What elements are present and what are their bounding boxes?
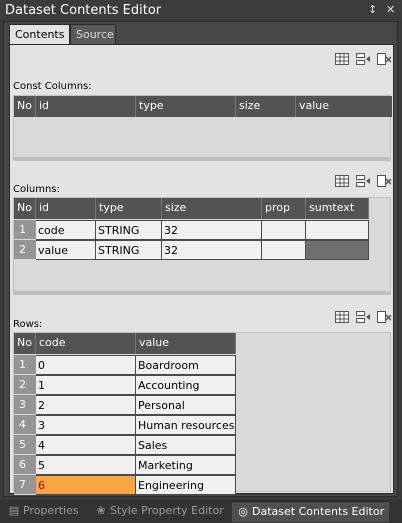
header-value[interactable]: value [136, 333, 236, 354]
grid-add-icon[interactable] [335, 53, 349, 65]
const-columns-grid: No id type size value [13, 95, 392, 161]
header-type[interactable]: type [96, 198, 162, 219]
cell-value[interactable]: Accounting [136, 375, 236, 395]
database-icon: ◎ [238, 505, 248, 518]
properties-icon: ▤ [8, 504, 20, 517]
cell-id[interactable]: code [36, 220, 96, 240]
row-number[interactable]: 1 [14, 220, 36, 240]
cell-code[interactable]: 3 [36, 415, 136, 435]
row-number[interactable]: 1 [14, 355, 36, 375]
row-number[interactable]: 2 [14, 375, 36, 395]
const-columns-label: Const Columns: [13, 81, 92, 92]
insert-row-icon[interactable] [356, 53, 370, 65]
rows-header: No code value [14, 333, 236, 354]
header-no[interactable]: No [14, 96, 36, 117]
cell-code[interactable]: 0 [36, 355, 136, 375]
rows-grid: No code value 1 0 Boardroom 2 1 Accounti… [13, 332, 391, 495]
cell-type[interactable]: STRING [96, 240, 162, 260]
cell-value[interactable]: Engineering [136, 475, 236, 495]
row-number[interactable]: 7 [14, 475, 36, 495]
delete-row-icon[interactable] [377, 311, 391, 323]
cell-code[interactable]: 1 [36, 375, 136, 395]
cell-sumtext[interactable] [306, 220, 369, 240]
insert-row-icon[interactable] [356, 311, 370, 323]
tab-properties-label: Properties [23, 504, 79, 517]
const-columns-toolbar [335, 53, 391, 67]
rows-label: Rows: [13, 319, 43, 330]
table-row[interactable]: 7 6 Engineering [14, 475, 236, 495]
cell-value[interactable]: Personal [136, 395, 236, 415]
header-no[interactable]: No [14, 333, 36, 354]
table-row[interactable]: 6 5 Marketing [14, 455, 236, 475]
cell-code[interactable]: 5 [36, 455, 136, 475]
tab-style-property-editor[interactable]: ❀ Style Property Editor [90, 501, 229, 522]
table-row[interactable]: 2 value STRING 32 [14, 240, 369, 260]
cell-value[interactable]: Marketing [136, 455, 236, 475]
window-title: Dataset Contents Editor [5, 3, 162, 18]
row-number[interactable]: 4 [14, 415, 36, 435]
tab-contents[interactable]: Contents [9, 24, 70, 44]
pin-icon[interactable]: ↕ [368, 3, 377, 16]
cell-size[interactable]: 32 [162, 220, 262, 240]
table-row[interactable]: 4 3 Human resources [14, 415, 236, 435]
cell-prop[interactable] [262, 240, 306, 260]
palette-icon: ❀ [96, 504, 106, 517]
header-sumtext[interactable]: sumtext [306, 198, 369, 219]
close-icon[interactable]: ✕ [386, 3, 395, 16]
table-row[interactable]: 5 4 Sales [14, 435, 236, 455]
table-row[interactable]: 3 2 Personal [14, 395, 236, 415]
tab-style-property-editor-label: Style Property Editor [110, 504, 224, 517]
cell-sumtext[interactable] [306, 240, 369, 260]
table-row[interactable]: 1 code STRING 32 [14, 220, 369, 240]
cell-type[interactable]: STRING [96, 220, 162, 240]
cell-value[interactable]: Sales [136, 435, 236, 455]
delete-row-icon[interactable] [377, 53, 391, 65]
tab-source[interactable]: Source [70, 24, 116, 44]
grid-add-icon[interactable] [335, 175, 349, 187]
horizontal-scrollbar[interactable] [14, 157, 390, 161]
row-number[interactable]: 5 [14, 435, 36, 455]
header-no[interactable]: No [14, 198, 36, 219]
header-prop[interactable]: prop [262, 198, 306, 219]
delete-row-icon[interactable] [377, 175, 391, 187]
tab-dataset-contents-editor-label: Dataset Contents Editor [252, 505, 385, 518]
header-id[interactable]: id [36, 96, 136, 117]
editor-panel: Contents Source Const Columns: No id typ… [3, 21, 398, 497]
row-number[interactable]: 2 [14, 240, 36, 260]
header-value[interactable]: value [296, 96, 392, 117]
header-id[interactable]: id [36, 198, 96, 219]
horizontal-scrollbar[interactable] [14, 291, 390, 295]
cell-value[interactable]: Boardroom [136, 355, 236, 375]
rows-toolbar [335, 311, 391, 325]
cell-value[interactable]: Human resources [136, 415, 236, 435]
cell-code[interactable]: 2 [36, 395, 136, 415]
row-number[interactable]: 6 [14, 455, 36, 475]
window-titlebar: Dataset Contents Editor ↕ ✕ [0, 0, 402, 21]
table-row[interactable]: 1 0 Boardroom [14, 355, 236, 375]
cell-code-selected[interactable]: 6 [36, 475, 136, 495]
header-code[interactable]: code [36, 333, 136, 354]
row-number[interactable]: 3 [14, 395, 36, 415]
header-type[interactable]: type [136, 96, 236, 117]
header-size[interactable]: size [236, 96, 296, 117]
insert-row-icon[interactable] [356, 175, 370, 187]
header-size[interactable]: size [162, 198, 262, 219]
cell-size[interactable]: 32 [162, 240, 262, 260]
cell-prop[interactable] [262, 220, 306, 240]
columns-label: Columns: [13, 184, 60, 195]
grid-add-icon[interactable] [335, 311, 349, 323]
columns-grid: No id type size prop sumtext 1 code STRI… [13, 197, 391, 295]
table-row[interactable]: 2 1 Accounting [14, 375, 236, 395]
columns-toolbar [335, 175, 391, 189]
tab-properties[interactable]: ▤ Properties [3, 501, 84, 522]
columns-header: No id type size prop sumtext [14, 198, 369, 219]
dock-tab-bar: ▤ Properties ❀ Style Property Editor ◎ Data… [0, 500, 402, 523]
contents-pane: Const Columns: No id type size value Col… [9, 44, 394, 495]
cell-code[interactable]: 4 [36, 435, 136, 455]
tab-dataset-contents-editor[interactable]: ◎ Dataset Contents Editor [232, 501, 390, 522]
const-columns-header: No id type size value [14, 96, 392, 117]
cell-id[interactable]: value [36, 240, 96, 260]
